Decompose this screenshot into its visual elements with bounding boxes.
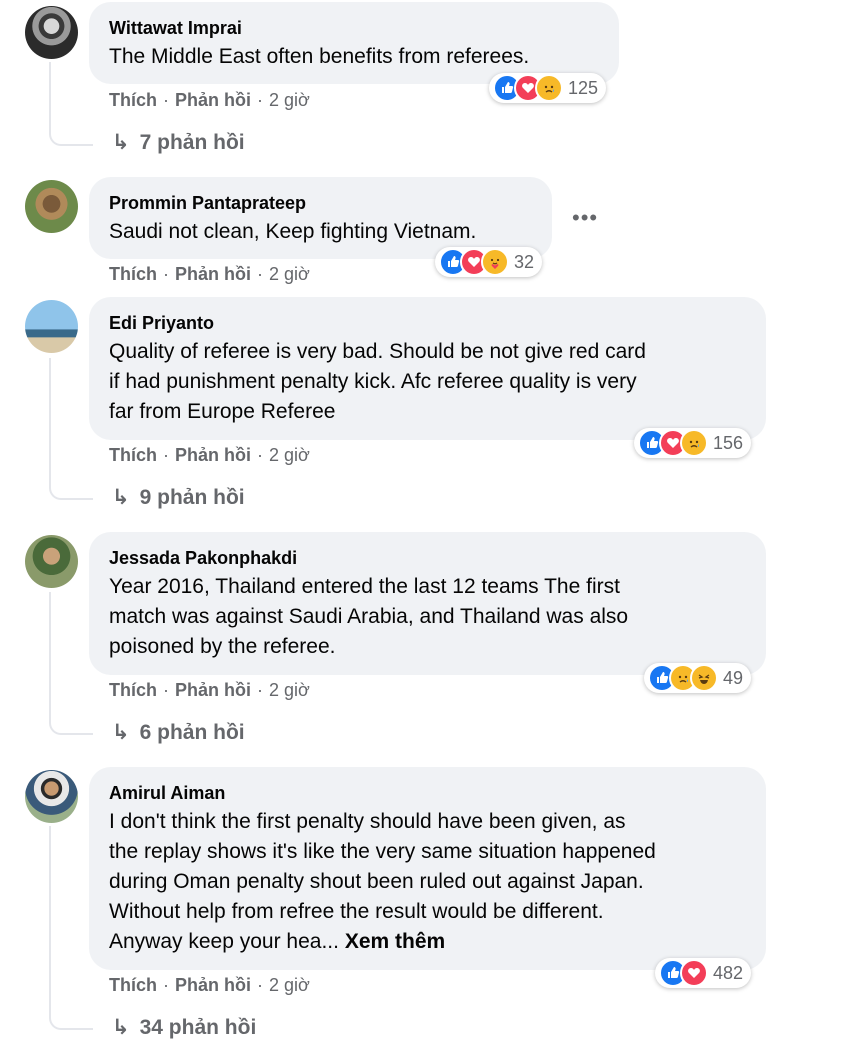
comment-line: Without help from refree the result woul… [109,900,604,923]
thread-elbow [49,474,93,500]
like-button[interactable]: Thích [109,680,157,700]
comment-text: I don't think the first penalty should h… [109,807,656,957]
reaction-count: 482 [713,962,744,983]
view-replies-button[interactable]: ↳ 7 phản hồi [112,130,245,155]
comment-line: Year 2016, Thailand entered the last 12 … [109,575,620,598]
thread-elbow [49,120,93,146]
reply-arrow-icon: ↳ [112,131,130,154]
comment-line: Saudi not clean, Keep fighting Vietnam. [109,220,477,243]
comment-line: during Oman penalty shout been ruled out… [109,870,644,893]
reaction-count: 32 [514,251,535,272]
thread-line [49,826,51,1004]
comment-bubble: Amirul Aiman I don't think the first pen… [89,767,766,970]
reactions-summary[interactable]: 156 [634,428,752,458]
reaction-count: 49 [723,667,744,688]
replies-count: 34 phản hồi [139,1016,257,1039]
reactions-summary[interactable]: 482 [655,958,752,988]
comment-actions: Thích · Phản hồi · 2 giờ [109,680,310,700]
more-options-icon[interactable]: ••• [572,205,598,231]
sad-reaction-icon [680,429,708,457]
comment-actions: Thích · Phản hồi · 2 giờ [109,975,310,995]
comment-text: Quality of referee is very bad. Should b… [109,337,646,427]
thread-line [49,592,51,709]
avatar[interactable] [25,6,78,59]
comment-actions: Thích · Phản hồi · 2 giờ [109,264,310,284]
haha-reaction-icon [690,664,718,692]
avatar[interactable] [25,770,78,823]
reply-button[interactable]: Phản hồi [175,90,251,110]
comment-text: Year 2016, Thailand entered the last 12 … [109,572,628,662]
comment-line: match was against Saudi Arabia, and Thai… [109,605,629,628]
comment-time[interactable]: 2 giờ [269,680,310,700]
avatar[interactable] [25,535,78,588]
comment-author[interactable]: Wittawat Imprai [109,18,242,39]
like-button[interactable]: Thích [109,445,157,465]
view-replies-button[interactable]: ↳ 9 phản hồi [112,485,245,510]
comment-bubble: Wittawat Imprai The Middle East often be… [89,2,619,84]
comment-time[interactable]: 2 giờ [269,90,310,110]
comment-line: poisoned by the referee. [109,635,336,658]
comment-line: the replay shows it's like the very same… [109,840,656,863]
care-reaction-icon [481,248,509,276]
see-more-link[interactable]: Xem thêm [345,930,445,953]
reaction-count: 125 [568,77,599,98]
replies-count: 6 phản hồi [139,721,245,744]
reaction-count: 156 [713,432,744,453]
comment-line: far from Europe Referee [109,400,336,423]
comment-time[interactable]: 2 giờ [269,264,310,284]
comment-line: if had punishment penalty kick. Afc refe… [109,370,637,393]
replies-count: 9 phản hồi [139,486,245,509]
comment-line: Quality of referee is very bad. Should b… [109,340,646,363]
avatar[interactable] [25,180,78,233]
comment-author[interactable]: Amirul Aiman [109,783,225,804]
view-replies-button[interactable]: ↳ 6 phản hồi [112,720,245,745]
comment-actions: Thích · Phản hồi · 2 giờ [109,90,310,110]
comment-text: Saudi not clean, Keep fighting Vietnam. [109,217,476,247]
reply-button[interactable]: Phản hồi [175,975,251,995]
reply-arrow-icon: ↳ [112,721,130,744]
reply-arrow-icon: ↳ [112,486,130,509]
thread-line [49,62,51,122]
replies-count: 7 phản hồi [139,131,245,154]
comment-author[interactable]: Edi Priyanto [109,313,214,334]
comment-line: I don't think the first penalty should h… [109,810,626,833]
reply-button[interactable]: Phản hồi [175,680,251,700]
love-reaction-icon [680,959,708,987]
view-replies-button[interactable]: ↳ 34 phản hồi [112,1015,256,1040]
comment-author[interactable]: Jessada Pakonphakdi [109,548,297,569]
comment-time[interactable]: 2 giờ [269,445,310,465]
comment-line: The Middle East often benefits from refe… [109,45,530,68]
like-button[interactable]: Thích [109,90,157,110]
reply-arrow-icon: ↳ [112,1016,130,1039]
like-button[interactable]: Thích [109,975,157,995]
comment-text: The Middle East often benefits from refe… [109,42,529,72]
reactions-summary[interactable]: 32 [435,247,543,277]
comment-actions: Thích · Phản hồi · 2 giờ [109,445,310,465]
avatar[interactable] [25,300,78,353]
comment-time[interactable]: 2 giờ [269,975,310,995]
comment-line-text: Anyway keep your hea... [109,930,339,953]
reply-button[interactable]: Phản hồi [175,445,251,465]
like-button[interactable]: Thích [109,264,157,284]
reactions-summary[interactable]: 125 [489,73,607,103]
thread-elbow [49,1004,93,1030]
thread-line [49,358,51,474]
reply-button[interactable]: Phản hồi [175,264,251,284]
comment-bubble: Edi Priyanto Quality of referee is very … [89,297,766,440]
thread-elbow [49,709,93,735]
sad-reaction-icon [535,74,563,102]
comment-line: Anyway keep your hea... Xem thêm [109,927,656,957]
comment-bubble: Jessada Pakonphakdi Year 2016, Thailand … [89,532,766,675]
reactions-summary[interactable]: 49 [644,663,752,693]
comment-author[interactable]: Prommin Pantaprateep [109,193,306,214]
